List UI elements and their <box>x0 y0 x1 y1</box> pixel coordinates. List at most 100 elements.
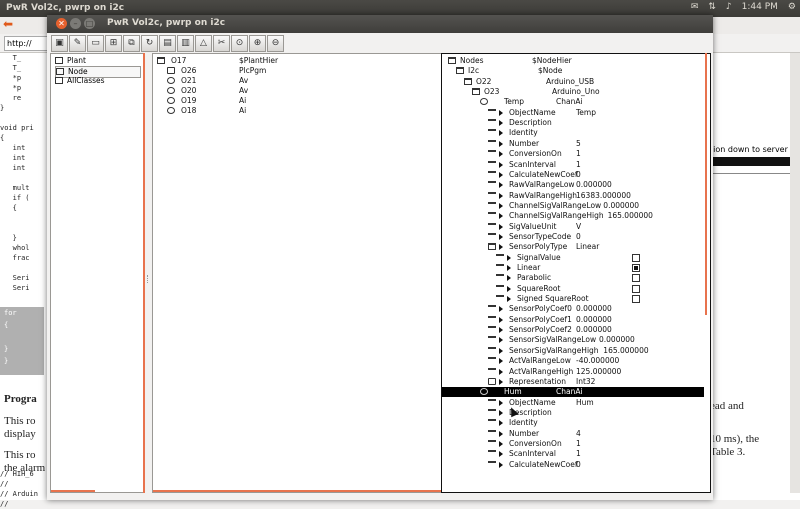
attribute-icon[interactable] <box>488 315 496 323</box>
node-row[interactable]: ScanInterval 1 <box>442 160 704 170</box>
attribute-icon[interactable] <box>488 160 496 168</box>
folder-icon[interactable] <box>488 243 496 251</box>
node-row[interactable]: SensorPolyCoef1 0.000000 <box>442 315 704 325</box>
expand-arrow-icon[interactable] <box>507 275 511 282</box>
node-row[interactable]: Signed SquareRoot <box>442 294 704 304</box>
folder-icon[interactable] <box>456 67 464 75</box>
volume-item-plant[interactable]: Plant <box>55 56 139 66</box>
expand-arrow-icon[interactable] <box>499 109 503 116</box>
expand-arrow-icon[interactable] <box>499 451 503 458</box>
node-row[interactable]: Linear <box>442 263 704 273</box>
node-row[interactable]: ConversionOn 1 <box>442 149 704 159</box>
attribute-icon[interactable] <box>488 408 496 416</box>
folder-icon[interactable] <box>464 77 472 85</box>
expand-arrow-icon[interactable] <box>499 120 503 127</box>
scrollbar-accent[interactable] <box>705 53 707 315</box>
expand-arrow-icon[interactable] <box>499 140 503 147</box>
node-row[interactable]: O23 Arduino_Uno <box>442 87 704 97</box>
node-row[interactable]: Number 5 <box>442 139 704 149</box>
expand-arrow-icon[interactable] <box>499 430 503 437</box>
attribute-icon[interactable] <box>488 357 496 364</box>
node-row[interactable]: Number 4 <box>442 429 704 439</box>
node-row[interactable]: ChannelSigValRangeLow 0.000000 <box>442 201 704 211</box>
tools-icon[interactable]: ✂ <box>213 35 230 52</box>
expand-arrow-icon[interactable] <box>499 409 503 416</box>
attribute-icon[interactable] <box>488 429 496 437</box>
expand-arrow-icon[interactable] <box>499 337 503 344</box>
attribute-icon[interactable] <box>488 129 496 136</box>
splitter-handle[interactable] <box>147 275 151 283</box>
attribute-icon[interactable] <box>488 108 496 116</box>
node-row[interactable]: Identity <box>442 418 704 428</box>
refresh-icon[interactable]: ↻ <box>141 35 158 52</box>
node-row[interactable]: Representation Int32 <box>442 377 704 387</box>
volume-icon[interactable]: ♪ <box>726 2 732 12</box>
node-row[interactable]: RawValRangeHigh 16383.000000 <box>442 191 704 201</box>
expand-arrow-icon[interactable] <box>499 244 503 251</box>
node-row[interactable]: ObjectName Hum <box>442 398 704 408</box>
book-icon[interactable]: ▥ <box>177 35 194 52</box>
expand-arrow-icon[interactable] <box>507 254 511 261</box>
window-titlebar[interactable]: ✕ – □ PwR Vol2c, pwrp on i2c <box>47 15 713 33</box>
folder-icon[interactable] <box>472 88 480 96</box>
option-checkbox[interactable] <box>632 264 640 272</box>
minimize-button[interactable]: – <box>70 18 81 29</box>
node-row[interactable]: SigValueUnit V <box>442 222 704 232</box>
settings-gear-icon[interactable]: ⚙ <box>788 2 796 12</box>
attribute-icon[interactable] <box>488 150 496 157</box>
object-icon[interactable] <box>167 67 175 74</box>
vertical-splitter-accent[interactable] <box>143 53 145 493</box>
archive-icon[interactable]: ▤ <box>159 35 176 52</box>
expand-arrow-icon[interactable] <box>499 182 503 189</box>
attribute-icon[interactable] <box>488 336 496 343</box>
copy-icon[interactable]: ⧉ <box>123 35 140 52</box>
close-button[interactable]: ✕ <box>56 18 67 29</box>
attribute-icon[interactable] <box>488 232 496 240</box>
node-row[interactable]: SquareRoot <box>442 284 704 294</box>
node-row[interactable]: SensorSigValRangeLow 0.000000 <box>442 335 704 345</box>
volume-item-allclasses[interactable]: AllClasses <box>55 76 139 86</box>
expand-arrow-icon[interactable] <box>499 161 503 168</box>
expand-arrow-icon[interactable] <box>499 202 503 209</box>
node-row[interactable]: O22 Arduino_USB <box>442 77 704 87</box>
node-row[interactable]: SensorPolyCoef2 0.000000 <box>442 325 704 335</box>
channel-icon[interactable] <box>167 97 175 104</box>
expand-arrow-icon[interactable] <box>499 130 503 137</box>
attribute-icon[interactable] <box>488 439 496 447</box>
expand-arrow-icon[interactable] <box>499 327 503 334</box>
node-row[interactable]: Nodes $NodeHier <box>442 56 704 66</box>
attribute-icon[interactable] <box>496 253 504 261</box>
attribute-icon[interactable] <box>488 170 496 178</box>
expand-arrow-icon[interactable] <box>499 358 503 365</box>
attribute-icon[interactable] <box>488 305 496 312</box>
plant-row[interactable]: O20 Av <box>153 86 441 96</box>
attribute-icon[interactable] <box>488 367 496 375</box>
option-checkbox[interactable] <box>632 253 640 262</box>
edit-icon[interactable]: ✎ <box>69 35 86 52</box>
attribute-icon[interactable] <box>488 450 496 457</box>
channel-icon[interactable] <box>167 87 175 94</box>
clock[interactable]: 1:44 PM <box>742 2 778 12</box>
node-row[interactable]: SensorPolyCoef0 0.000000 <box>442 304 704 314</box>
attribute-icon[interactable] <box>488 222 496 230</box>
plant-row[interactable]: O26 PlcPgm <box>153 66 441 76</box>
save-icon[interactable]: ▣ <box>51 35 68 52</box>
mail-icon[interactable]: ✉ <box>691 2 699 12</box>
node-row[interactable]: ObjectName Temp <box>442 108 704 118</box>
attribute-icon[interactable] <box>488 460 496 468</box>
plant-row[interactable]: O18 Ai <box>153 106 441 116</box>
background-scrollbar[interactable] <box>790 53 800 493</box>
expand-arrow-icon[interactable] <box>507 296 511 303</box>
expand-arrow-icon[interactable] <box>499 461 503 468</box>
node-row[interactable]: SignalValue <box>442 253 704 263</box>
expand-arrow-icon[interactable] <box>499 213 503 220</box>
expand-arrow-icon[interactable] <box>499 316 503 323</box>
expand-arrow-icon[interactable] <box>499 378 503 385</box>
attribute-icon[interactable] <box>496 284 504 292</box>
node-row[interactable]: SensorSigValRangeHigh 165.000000 <box>442 346 704 356</box>
channel-icon[interactable] <box>167 77 175 84</box>
node-row[interactable]: ChannelSigValRangeHigh 165.000000 <box>442 211 704 221</box>
object-icon[interactable] <box>488 377 496 385</box>
node-row[interactable]: I2c $Node <box>442 66 704 76</box>
alarm-icon[interactable]: △ <box>195 35 212 52</box>
